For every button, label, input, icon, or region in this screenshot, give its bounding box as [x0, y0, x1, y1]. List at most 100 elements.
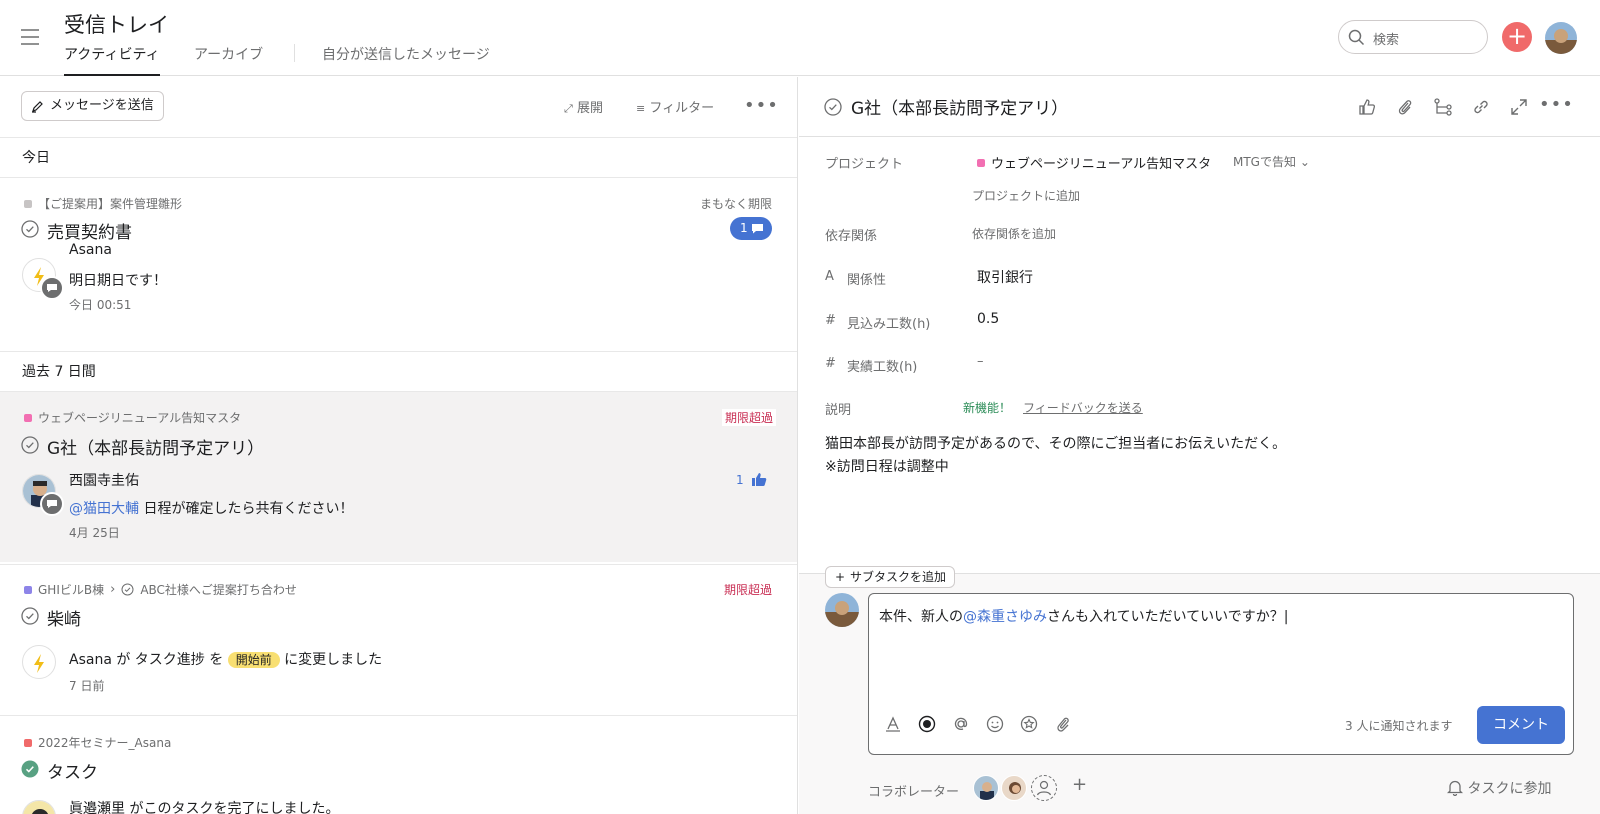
- inbox-item[interactable]: 【ご提案用】案件管理雛形 まもなく期限 売買契約書 1 Asana 明日期日です…: [0, 178, 797, 344]
- add-collaborator-icon[interactable]: [1031, 775, 1057, 801]
- status-change-text: Asana が タスク進捗 を 開始前 に変更しました: [69, 649, 382, 669]
- description-line[interactable]: ※訪問日程は調整中: [825, 456, 949, 476]
- task-title[interactable]: 売買契約書: [47, 218, 132, 243]
- section-name: MTGで告知: [1233, 155, 1296, 169]
- comment-badge-icon: [40, 492, 64, 516]
- task-completed-icon[interactable]: [21, 760, 39, 778]
- project-breadcrumb[interactable]: ウェブページリニューアル告知マスタ: [24, 409, 241, 426]
- field-label-actual: 実績工数(h): [847, 360, 918, 375]
- mention-link[interactable]: @猫田大輔: [69, 501, 139, 517]
- timestamp: 今日 00:51: [69, 298, 132, 312]
- task-title[interactable]: G社（本部長訪問予定アリ）: [47, 434, 264, 459]
- project-chip[interactable]: ウェブページリニューアル告知マスタ: [977, 153, 1211, 172]
- send-message-label: メッセージを送信: [50, 98, 154, 113]
- timestamp: 4月 25日: [69, 526, 120, 540]
- mention-icon[interactable]: [951, 714, 971, 734]
- project-color-dot: [24, 585, 32, 594]
- user-avatar[interactable]: [1545, 22, 1577, 54]
- project-name: ウェブページリニューアル告知マスタ: [38, 411, 242, 425]
- inbox-item[interactable]: 2022年セミナー_Asana タスク 眞邉瀬里 がこのタスクを完了にしました。: [0, 716, 797, 814]
- actor-name: 西園寺圭佑: [69, 473, 139, 489]
- task-title[interactable]: 柴崎: [47, 605, 81, 630]
- divider: [0, 137, 797, 138]
- comment-part: 本件、新人の: [879, 609, 963, 625]
- message-text: @猫田大輔 日程が確定したら共有ください！: [69, 498, 353, 518]
- actual-value[interactable]: –: [977, 354, 984, 369]
- task-complete-icon[interactable]: [21, 436, 39, 454]
- task-complete-icon[interactable]: [21, 220, 39, 238]
- estimate-value[interactable]: 0.5: [977, 311, 999, 327]
- feedback-link[interactable]: フィードバックを送る: [1023, 399, 1143, 416]
- add-dependency-button[interactable]: 依存関係を追加: [972, 225, 1056, 242]
- mention-link[interactable]: @森重さゆみ: [963, 609, 1047, 625]
- expand-button[interactable]: ⤢ 展開: [564, 97, 603, 116]
- mark-complete-icon[interactable]: [824, 98, 842, 116]
- project-breadcrumb[interactable]: GHIビルB棟 › ABC社様へご提案打ち合わせ: [24, 581, 297, 598]
- more-actions-icon[interactable]: •••: [1539, 94, 1574, 115]
- comment-count-badge[interactable]: 1: [730, 217, 772, 240]
- comment-badge-icon: [40, 276, 64, 300]
- task-complete-icon[interactable]: [21, 607, 39, 625]
- task-detail-panel: G社（本部長訪問予定アリ） ••• プロジェクト ウェブページリニューアル告知マ…: [799, 77, 1600, 814]
- record-video-icon[interactable]: [917, 714, 937, 734]
- add-subtask-button[interactable]: + サブタスクを追加: [825, 566, 956, 588]
- expand-icon: ⤢: [564, 102, 573, 115]
- text-field-icon: A: [825, 269, 834, 284]
- more-options-icon[interactable]: •••: [744, 95, 779, 116]
- emoji-icon[interactable]: [985, 714, 1005, 734]
- chevron-right-icon: ›: [110, 582, 116, 597]
- plus-icon[interactable]: +: [1072, 774, 1087, 795]
- tab-archive[interactable]: アーカイブ: [194, 44, 263, 76]
- plus-icon: +: [1506, 22, 1528, 50]
- actor-name: Asana: [69, 652, 112, 668]
- inbox-item[interactable]: GHIビルB棟 › ABC社様へご提案打ち合わせ 期限超過 柴崎 Asana が…: [0, 565, 797, 715]
- subtask-icon[interactable]: [1433, 97, 1453, 117]
- section-today: 今日: [22, 150, 50, 166]
- description-line[interactable]: 猫田本部長が訪問予定があるので、その際にご担当者にお伝えいただく。: [825, 433, 1286, 453]
- appreciation-icon[interactable]: [1019, 714, 1039, 734]
- add-subtask-label: サブタスクを追加: [850, 570, 947, 584]
- plus-icon: +: [835, 570, 846, 584]
- comment-bubble-icon: [752, 224, 763, 234]
- message-part: が タスク進捗 を: [111, 652, 228, 668]
- comment-input[interactable]: 本件、新人の@森重さゆみさんも入れていただいていいですか？| 3 人に通知されま…: [868, 593, 1574, 755]
- project-breadcrumb[interactable]: 【ご提案用】案件管理雛形: [24, 195, 182, 212]
- attachment-icon[interactable]: [1395, 97, 1415, 117]
- send-message-button[interactable]: メッセージを送信: [21, 91, 164, 121]
- parent-task-name: ABC社様へご提案打ち合わせ: [140, 583, 297, 597]
- like-icon[interactable]: [1357, 97, 1377, 117]
- divider: [0, 351, 797, 352]
- tab-activity[interactable]: アクティビティ: [64, 44, 160, 76]
- collaborator-avatar[interactable]: [1001, 775, 1027, 801]
- like-count[interactable]: 1: [736, 472, 767, 487]
- fullscreen-icon[interactable]: [1509, 97, 1529, 117]
- search-input[interactable]: 検索: [1338, 20, 1488, 54]
- collaborator-avatar[interactable]: [973, 775, 999, 801]
- filter-button[interactable]: ≡ フィルター: [636, 97, 714, 116]
- overdue-status: 期限超過: [723, 583, 772, 597]
- project-breadcrumb[interactable]: 2022年セミナー_Asana: [24, 734, 171, 751]
- section-past-week: 過去 7 日間: [22, 364, 96, 380]
- field-label-dependency: 依存関係: [825, 229, 878, 244]
- add-to-project-button[interactable]: プロジェクトに追加: [972, 187, 1080, 204]
- comment-submit-button[interactable]: コメント: [1477, 706, 1565, 744]
- field-label-description: 説明: [825, 403, 852, 418]
- inbox-item-selected[interactable]: ウェブページリニューアル告知マスタ 期限超過 G社（本部長訪問予定アリ） 西園寺…: [0, 392, 797, 562]
- task-detail-title[interactable]: G社（本部長訪問予定アリ）: [851, 94, 1068, 119]
- tab-sent-messages[interactable]: 自分が送信したメッセージ: [322, 44, 490, 76]
- attachment-icon[interactable]: [1053, 714, 1073, 734]
- section-dropdown[interactable]: MTGで告知 ⌄: [1233, 153, 1310, 170]
- comment-count: 1: [740, 221, 748, 235]
- text-format-icon[interactable]: [883, 714, 903, 734]
- relation-value[interactable]: 取引銀行: [977, 267, 1033, 287]
- user-avatar-photo: [22, 800, 56, 814]
- join-task-button[interactable]: タスクに参加: [1447, 778, 1551, 798]
- filter-label: フィルター: [649, 101, 715, 116]
- global-add-button[interactable]: +: [1502, 22, 1532, 52]
- asana-bot-avatar: [22, 645, 56, 679]
- copy-link-icon[interactable]: [1471, 97, 1491, 117]
- project-name: ウェブページリニューアル告知マスタ: [991, 157, 1212, 172]
- task-title[interactable]: タスク: [47, 758, 98, 783]
- filter-icon: ≡: [636, 102, 646, 115]
- hamburger-menu-icon[interactable]: [20, 28, 40, 46]
